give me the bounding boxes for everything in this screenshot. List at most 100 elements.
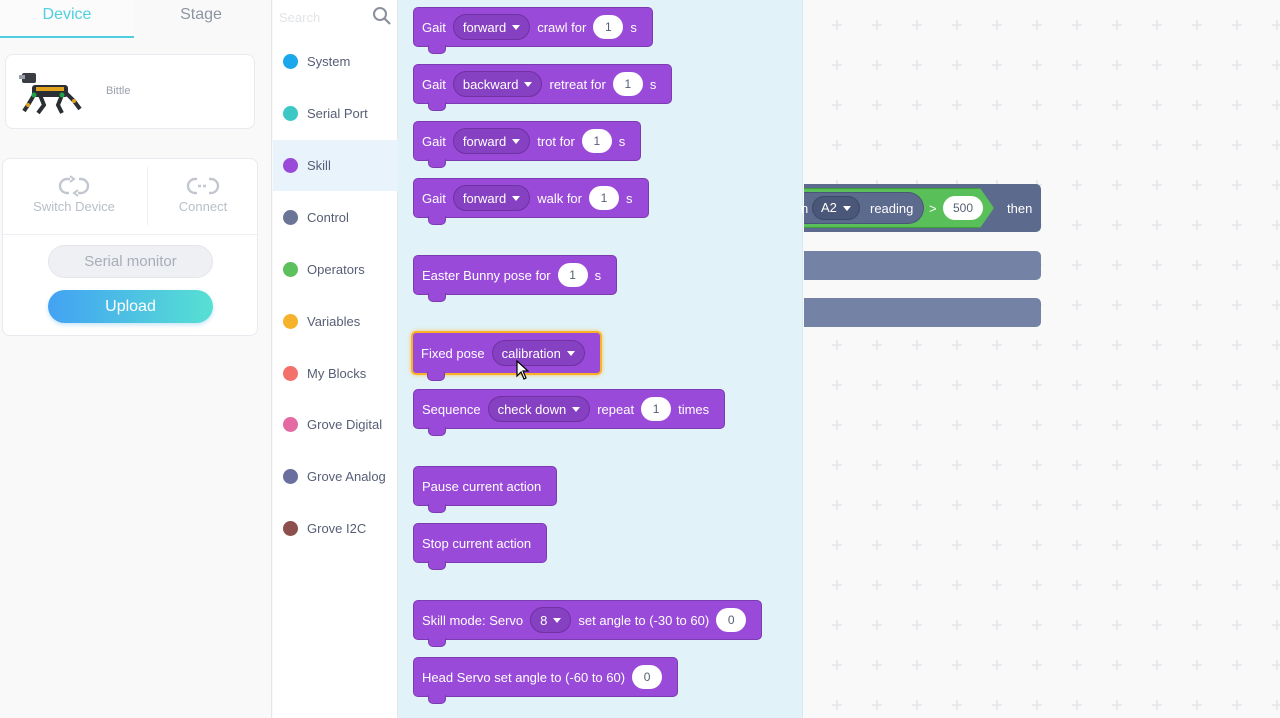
chevron-down-icon: [512, 24, 521, 30]
direction-dropdown[interactable]: backward: [452, 71, 543, 97]
block-text: Fixed pose: [421, 345, 485, 361]
search-input[interactable]: [279, 6, 369, 28]
block-text: Gait: [422, 133, 446, 149]
block-text: Stop current action: [422, 535, 532, 551]
sequence-dropdown[interactable]: check down: [487, 396, 591, 422]
category-dot: [283, 106, 298, 121]
operator-text: >: [929, 201, 937, 216]
divider: [3, 234, 257, 235]
link-icon: [186, 177, 220, 195]
category-control[interactable]: Control: [273, 192, 398, 243]
gait-crawl-block[interactable]: Gait forward crawl for 1 s: [413, 7, 653, 54]
stop-action-block[interactable]: Stop current action: [413, 523, 548, 570]
mouse-pointer-icon: [516, 360, 530, 380]
threshold-input[interactable]: 500: [943, 196, 983, 220]
category-dot: [283, 366, 298, 381]
easter-bunny-block[interactable]: Easter Bunny pose for 1 s: [413, 255, 618, 302]
chevron-down-icon: [512, 138, 521, 144]
category-label: Operators: [307, 262, 365, 277]
device-panel: Device Stage Bittle Switch Device Connec…: [0, 0, 272, 718]
category-operators[interactable]: Operators: [273, 244, 398, 295]
angle-input[interactable]: 0: [632, 665, 663, 689]
chevron-down-icon: [572, 406, 581, 412]
category-label: My Blocks: [307, 366, 367, 381]
block-text: set angle to (-30 to 60): [578, 612, 710, 628]
if-prefix-text: n: [801, 201, 809, 216]
angle-input[interactable]: 0: [716, 608, 747, 632]
category-system[interactable]: System: [273, 36, 398, 87]
device-card[interactable]: Bittle: [5, 54, 255, 129]
block-text: Gait: [422, 190, 446, 206]
block-text: Gait: [422, 19, 446, 35]
switch-icon: [58, 175, 90, 197]
search-bar: [273, 0, 398, 34]
reporter-text: reading: [870, 201, 914, 216]
block-text: Gait: [422, 76, 446, 92]
direction-dropdown[interactable]: forward: [452, 185, 531, 211]
duration-input[interactable]: 1: [593, 15, 624, 39]
pause-action-block[interactable]: Pause current action: [413, 466, 558, 513]
chevron-down-icon: [842, 205, 851, 211]
block-palette: Gait forward crawl for 1 s Gait backward…: [398, 0, 803, 718]
serial-monitor-button[interactable]: Serial monitor: [48, 245, 213, 278]
block-text: crawl for: [537, 19, 587, 35]
category-dot: [283, 417, 298, 432]
category-label: Variables: [307, 314, 361, 329]
servo-dropdown[interactable]: 8: [530, 607, 572, 633]
chevron-down-icon: [553, 617, 562, 623]
pin-dropdown[interactable]: A2: [812, 196, 860, 220]
connect-button[interactable]: Connect: [143, 169, 263, 214]
upload-button[interactable]: Upload: [48, 290, 213, 323]
statement-block[interactable]: [804, 298, 1041, 327]
block-text: Easter Bunny pose for: [422, 267, 551, 283]
tab-device[interactable]: Device: [0, 0, 134, 38]
chevron-down-icon: [512, 195, 521, 201]
category-label: System: [307, 54, 351, 69]
code-workspace[interactable]: A2 reading n > 500 then: [801, 0, 1280, 718]
category-grove-analog[interactable]: Grove Analog: [273, 451, 398, 502]
gait-retreat-block[interactable]: Gait backward retreat for 1 s: [413, 64, 673, 111]
connect-label: Connect: [178, 199, 228, 214]
category-menu: System Serial Port Skill Control Operato…: [273, 0, 398, 718]
switch-device-label: Switch Device: [33, 199, 115, 214]
direction-dropdown[interactable]: forward: [452, 14, 531, 40]
switch-device-button[interactable]: Switch Device: [14, 169, 134, 214]
duration-input[interactable]: 1: [557, 263, 588, 287]
block-text: trot for: [537, 133, 575, 149]
category-skill[interactable]: Skill: [273, 140, 398, 191]
category-dot: [283, 314, 298, 329]
block-text: s: [594, 267, 602, 283]
gait-trot-block[interactable]: Gait forward trot for 1 s: [413, 121, 642, 168]
block-text: walk for: [537, 190, 582, 206]
duration-input[interactable]: 1: [612, 72, 643, 96]
block-text: times: [678, 401, 710, 417]
block-text: retreat for: [549, 76, 606, 92]
robot-dog-image: [19, 73, 82, 115]
head-servo-block[interactable]: Head Servo set angle to (-60 to 60) 0: [413, 657, 679, 704]
fixed-pose-block[interactable]: Fixed pose calibration: [411, 331, 602, 381]
analog-reading-block[interactable]: A2 reading: [804, 192, 924, 224]
block-text: s: [649, 76, 657, 92]
skill-mode-servo-block[interactable]: Skill mode: Servo 8 set angle to (-30 to…: [413, 600, 763, 647]
block-text: Skill mode: Servo: [422, 612, 524, 628]
category-grove-digital[interactable]: Grove Digital: [273, 399, 398, 450]
panel-tabs: Device Stage: [0, 0, 272, 38]
duration-input[interactable]: 1: [581, 129, 612, 153]
pose-dropdown[interactable]: calibration: [491, 340, 585, 366]
statement-block[interactable]: [804, 251, 1041, 280]
category-label: Control: [307, 210, 349, 225]
search-icon[interactable]: [372, 6, 392, 26]
block-text: s: [626, 190, 633, 206]
direction-dropdown[interactable]: forward: [452, 128, 531, 154]
device-name: Bittle: [106, 85, 131, 97]
category-serial-port[interactable]: Serial Port: [273, 88, 398, 139]
category-grove-i2c[interactable]: Grove I2C: [273, 503, 398, 554]
category-my-blocks[interactable]: My Blocks: [273, 348, 398, 399]
category-variables[interactable]: Variables: [273, 296, 398, 347]
sequence-block[interactable]: Sequence check down repeat 1 times: [413, 389, 726, 436]
repeat-input[interactable]: 1: [641, 397, 672, 421]
category-label: Skill: [307, 158, 331, 173]
tab-stage[interactable]: Stage: [134, 0, 268, 38]
gait-walk-block[interactable]: Gait forward walk for 1 s: [413, 178, 649, 225]
duration-input[interactable]: 1: [589, 186, 619, 210]
